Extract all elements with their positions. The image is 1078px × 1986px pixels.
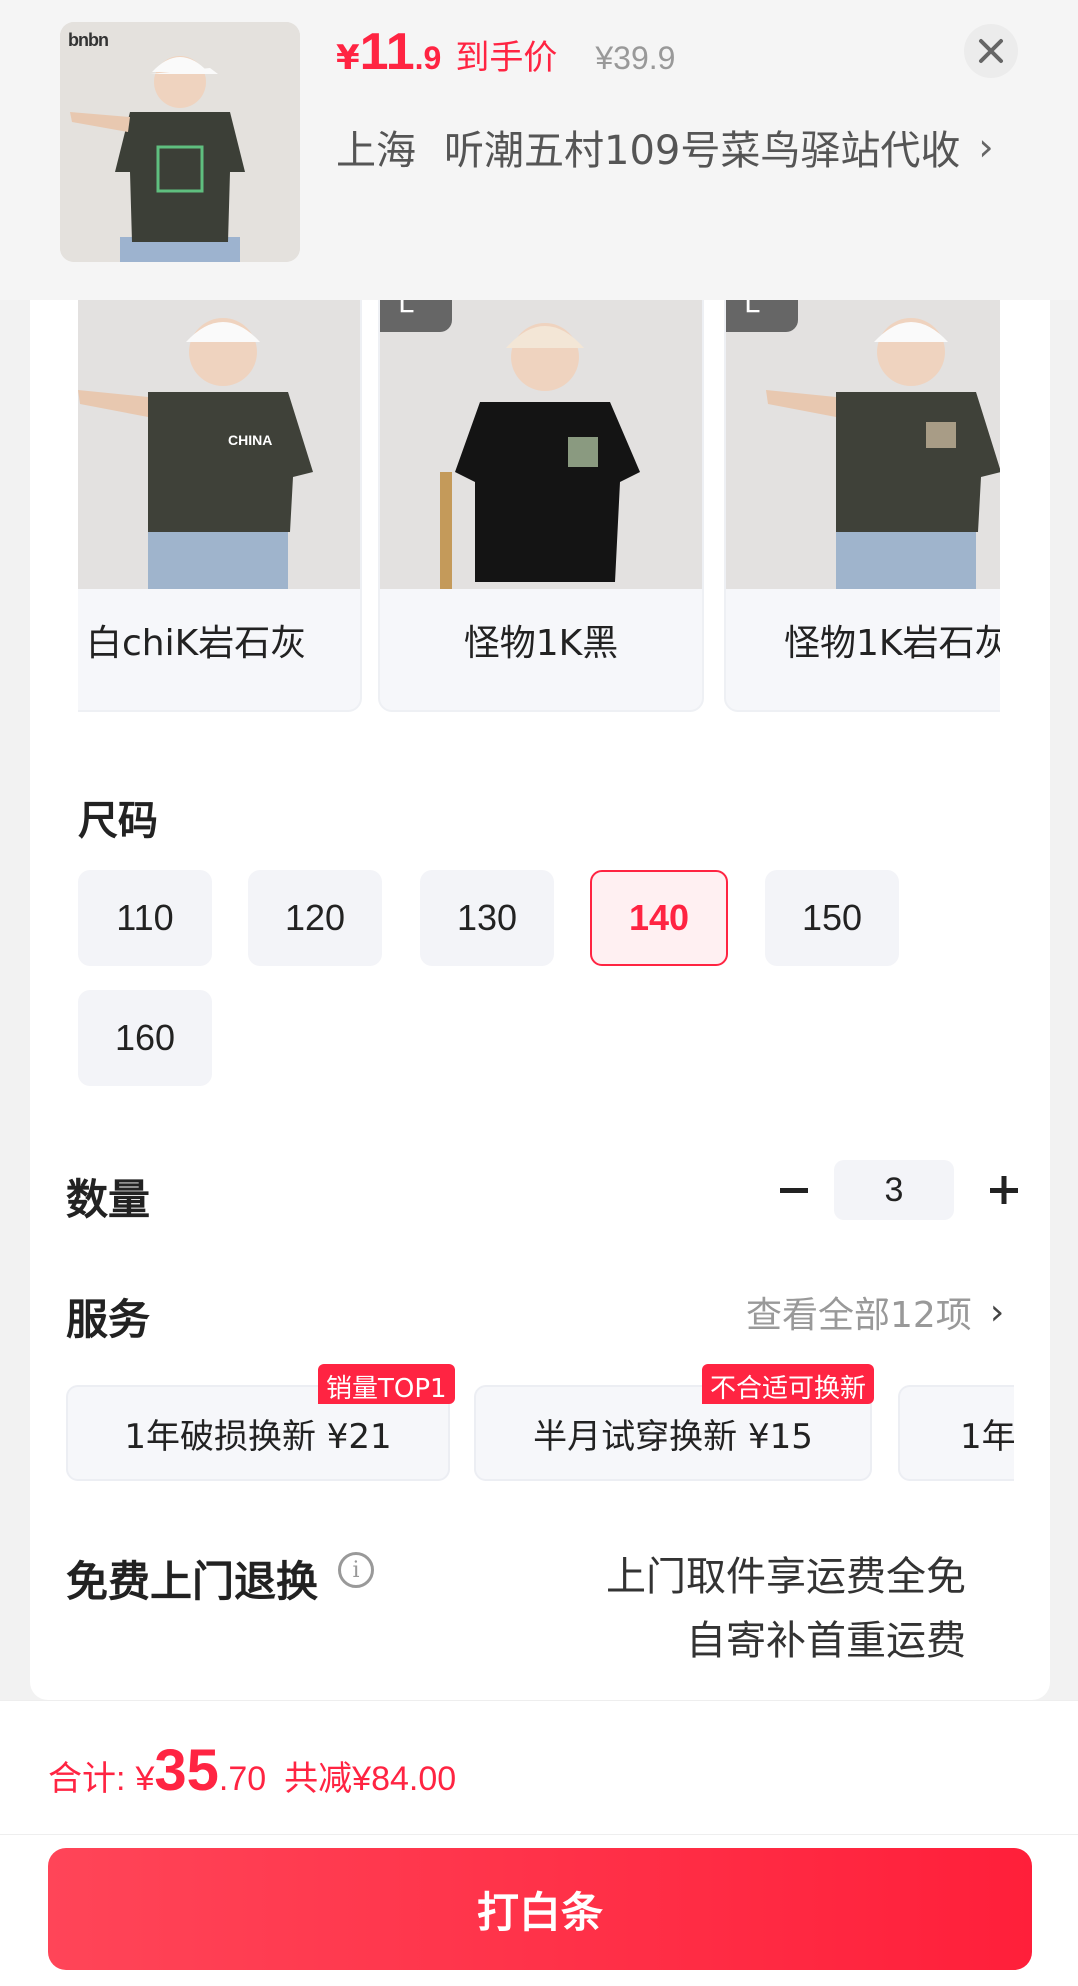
delivery-address[interactable]: 上海 听潮五村109号菜鸟驿站代收 › <box>336 118 994 176</box>
service-label: 半月试穿换新 ¥15 <box>533 1416 813 1457</box>
shirt-print-text: CHINA <box>228 432 272 448</box>
close-button[interactable] <box>964 24 1018 78</box>
free-return-line-2: 自寄补首重运费 <box>686 1618 966 1664</box>
total-currency: ¥ <box>135 1760 155 1798</box>
color-photo <box>380 300 702 589</box>
total-bar: 合计: ¥ 35 .70 共减¥84.00 <box>0 1700 1078 1834</box>
service-badge: 不合适可换新 <box>702 1364 875 1404</box>
free-return-title: 免费上门退换 <box>66 1557 319 1606</box>
size-section-title: 尺码 <box>78 798 158 844</box>
quantity-decrease-button[interactable] <box>764 1160 824 1220</box>
info-icon[interactable]: i <box>338 1552 374 1588</box>
price-tag: 到手价 <box>455 38 558 78</box>
service-badge: 销量TOP1 <box>318 1364 455 1404</box>
size-option-150[interactable]: 150 <box>765 870 899 966</box>
total-integer: 35 <box>154 1738 219 1803</box>
price-row: ¥ 11 .9 到手价 ¥39.9 <box>336 22 675 82</box>
size-badge: L <box>726 300 798 332</box>
color-label: 怪物1K岩石灰 <box>784 623 1000 664</box>
product-photo <box>60 22 300 262</box>
brand-logo: bnbn <box>68 30 109 50</box>
product-header: bnbn ¥ 11 .9 到手价 ¥39.9 上海 听潮五村109号菜鸟驿站代收… <box>0 0 1078 300</box>
quantity-title: 数量 <box>66 1175 151 1224</box>
size-option-160[interactable]: 160 <box>78 990 212 1086</box>
price-decimal: .9 <box>414 40 442 76</box>
free-return-line-1: 上门取件享运费全免 <box>606 1554 966 1600</box>
total-saved: 共减¥84.00 <box>284 1760 457 1798</box>
see-all-services-link[interactable]: 查看全部12项 › <box>746 1286 1004 1338</box>
size-option-120[interactable]: 120 <box>248 870 382 966</box>
service-label: 1年 <box>960 1416 1014 1457</box>
size-option-140-selected[interactable]: 140 <box>590 870 728 966</box>
color-option[interactable]: L 怪物1K黑 <box>378 300 704 712</box>
size-option-130[interactable]: 130 <box>420 870 554 966</box>
price-integer: 11 <box>359 23 415 81</box>
address-city: 上海 <box>336 128 416 174</box>
sku-selector-card: CHINA 白chiK岩石灰 L 怪物1K黑 L 怪物1K岩石灰 尺码 110 … <box>30 300 1050 1700</box>
original-price: ¥39.9 <box>595 40 676 76</box>
chevron-right-icon: › <box>989 1291 1005 1333</box>
plus-icon <box>990 1176 1018 1204</box>
color-option[interactable]: CHINA 白chiK岩石灰 <box>78 300 362 712</box>
service-option[interactable]: 1年 <box>898 1385 1014 1481</box>
price-currency: ¥ <box>336 38 360 78</box>
size-badge: L <box>380 300 452 332</box>
color-label: 白chiK岩石灰 <box>86 623 307 664</box>
color-options[interactable]: CHINA 白chiK岩石灰 L 怪物1K黑 L 怪物1K岩石灰 <box>78 300 1000 715</box>
total-label: 合计: <box>48 1760 126 1798</box>
size-option-110[interactable]: 110 <box>78 870 212 966</box>
service-label: 1年破损换新 ¥21 <box>124 1416 392 1457</box>
action-bar: 打白条 <box>0 1834 1078 1986</box>
color-photo: CHINA <box>78 300 360 592</box>
service-title: 服务 <box>66 1295 151 1344</box>
address-detail: 听潮五村109号菜鸟驿站代收 <box>444 128 961 174</box>
see-all-label: 查看全部12项 <box>746 1295 972 1336</box>
service-options[interactable]: 1年破损换新 ¥21 销量TOP1 半月试穿换新 ¥15 不合适可换新 1年 <box>66 1360 1014 1490</box>
buy-button[interactable]: 打白条 <box>48 1848 1032 1970</box>
product-thumbnail: bnbn <box>60 22 300 262</box>
quantity-increase-button[interactable] <box>974 1160 1034 1220</box>
close-icon <box>979 39 1003 63</box>
total-row: 合计: ¥ 35 .70 共减¥84.00 <box>48 1737 456 1804</box>
color-label: 怪物1K黑 <box>463 623 619 664</box>
quantity-value[interactable]: 3 <box>834 1160 954 1220</box>
color-photo <box>726 300 1000 592</box>
chevron-right-icon: › <box>978 125 994 169</box>
total-decimal: .70 <box>218 1760 267 1798</box>
color-option[interactable]: L 怪物1K岩石灰 <box>724 300 1000 712</box>
minus-icon <box>780 1188 808 1193</box>
